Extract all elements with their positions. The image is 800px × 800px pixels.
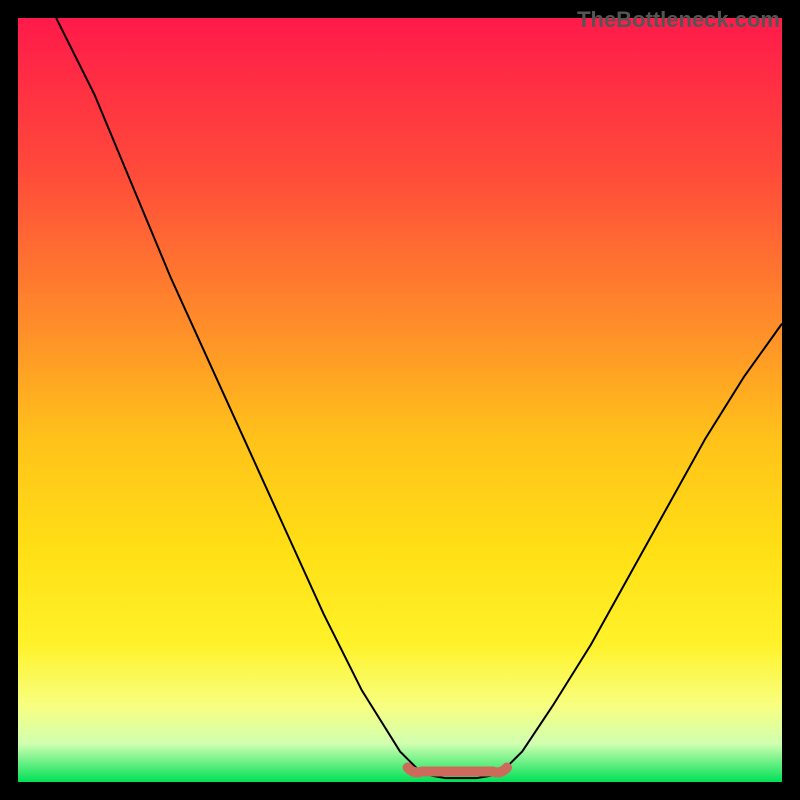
chart-svg — [18, 18, 782, 782]
optimal-range-marker — [408, 768, 507, 773]
watermark-text: TheBottleneck.com — [577, 7, 780, 33]
plot-area — [18, 18, 782, 782]
gradient-background — [18, 18, 782, 782]
